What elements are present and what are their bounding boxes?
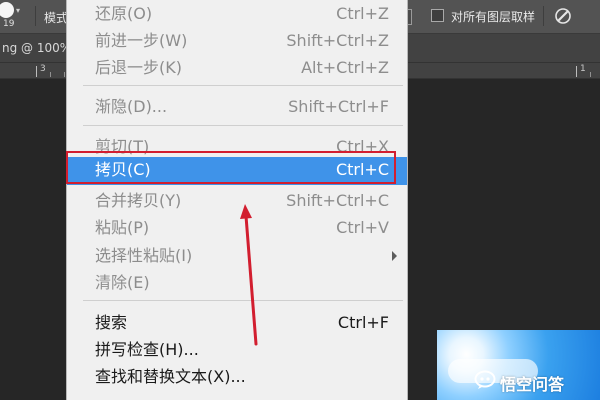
menu-item-fade[interactable]: 渐隐(D)... Shift+Ctrl+F <box>67 94 407 121</box>
chevron-down-icon: ▾ <box>16 6 21 15</box>
ruler-tick <box>36 66 37 77</box>
menu-item-paste[interactable]: 粘贴(P) Ctrl+V <box>67 215 407 242</box>
menu-item-shortcut: Shift+Ctrl+F <box>288 97 389 116</box>
menu-item-find-replace[interactable]: 查找和替换文本(X)... <box>67 364 407 391</box>
edit-menu: 还原(O) Ctrl+Z 前进一步(W) Shift+Ctrl+Z 后退一步(K… <box>66 0 408 400</box>
mode-label: 模式 <box>44 11 69 25</box>
menu-item-shortcut: Alt+Ctrl+Z <box>301 58 389 77</box>
menu-item-step-forward[interactable]: 前进一步(W) Shift+Ctrl+Z <box>67 28 407 55</box>
menu-item-label: 渐隐(D)... <box>95 97 168 116</box>
menu-item-label: 查找和替换文本(X)... <box>95 367 246 386</box>
ruler-tick <box>50 72 51 77</box>
menu-item-label: 合并拷贝(Y) <box>95 191 182 210</box>
menu-item-paste-special[interactable]: 选择性粘贴(I) <box>67 243 407 270</box>
menu-separator <box>83 125 403 126</box>
menu-item-label: 选择性粘贴(I) <box>95 246 193 265</box>
brush-size-value: 19 <box>3 19 15 29</box>
menu-item-label: 清除(E) <box>95 273 150 292</box>
ruler-number: 1 <box>580 64 586 74</box>
sample-all-layers-label: 对所有图层取样 <box>451 10 536 24</box>
brush-tip-icon <box>0 2 14 18</box>
ruler-tick <box>576 66 577 77</box>
menu-item-label: 后退一步(K) <box>95 58 182 77</box>
watermark: 悟空问答 <box>474 370 596 394</box>
menu-item-search[interactable]: 搜索 Ctrl+F <box>67 310 407 337</box>
menu-item-undo[interactable]: 还原(O) Ctrl+Z <box>67 1 407 28</box>
menu-item-spell-check[interactable]: 拼写检查(H)... <box>67 337 407 364</box>
chat-bubble-icon <box>474 370 496 389</box>
ruler-number: 3 <box>40 64 46 74</box>
menu-item-label: 拼写检查(H)... <box>95 340 199 359</box>
menu-item-clear[interactable]: 清除(E) <box>67 270 407 297</box>
menu-separator <box>83 85 403 86</box>
submenu-arrow-icon <box>392 251 397 261</box>
menu-item-shortcut: Ctrl+V <box>336 218 389 237</box>
menu-item-shortcut: Shift+Ctrl+C <box>286 191 389 210</box>
menu-item-shortcut: Ctrl+Z <box>336 4 389 23</box>
watermark-text: 悟空问答 <box>500 375 565 394</box>
ruler-tick <box>64 72 65 77</box>
brush-preset-picker[interactable]: 19 ▾ <box>0 0 22 33</box>
menu-item-label: 搜索 <box>95 313 128 332</box>
ruler-tick <box>590 72 591 77</box>
toolbar-divider <box>35 6 36 26</box>
highlight-box <box>66 151 396 184</box>
menu-item-shortcut: Ctrl+F <box>337 313 389 332</box>
menu-item-step-backward[interactable]: 后退一步(K) Alt+Ctrl+Z <box>67 55 407 82</box>
sample-all-layers-checkbox[interactable] <box>431 9 444 22</box>
menu-item-label: 还原(O) <box>95 4 153 23</box>
pressure-pen-icon[interactable] <box>553 6 573 26</box>
menu-item-shortcut: Shift+Ctrl+Z <box>286 31 389 50</box>
menu-item-copy-merged[interactable]: 合并拷贝(Y) Shift+Ctrl+C <box>67 188 407 215</box>
menu-item-label: 粘贴(P) <box>95 218 150 237</box>
toolbar-divider <box>543 6 544 26</box>
menu-separator <box>83 300 403 301</box>
menu-item-label: 前进一步(W) <box>95 31 188 50</box>
